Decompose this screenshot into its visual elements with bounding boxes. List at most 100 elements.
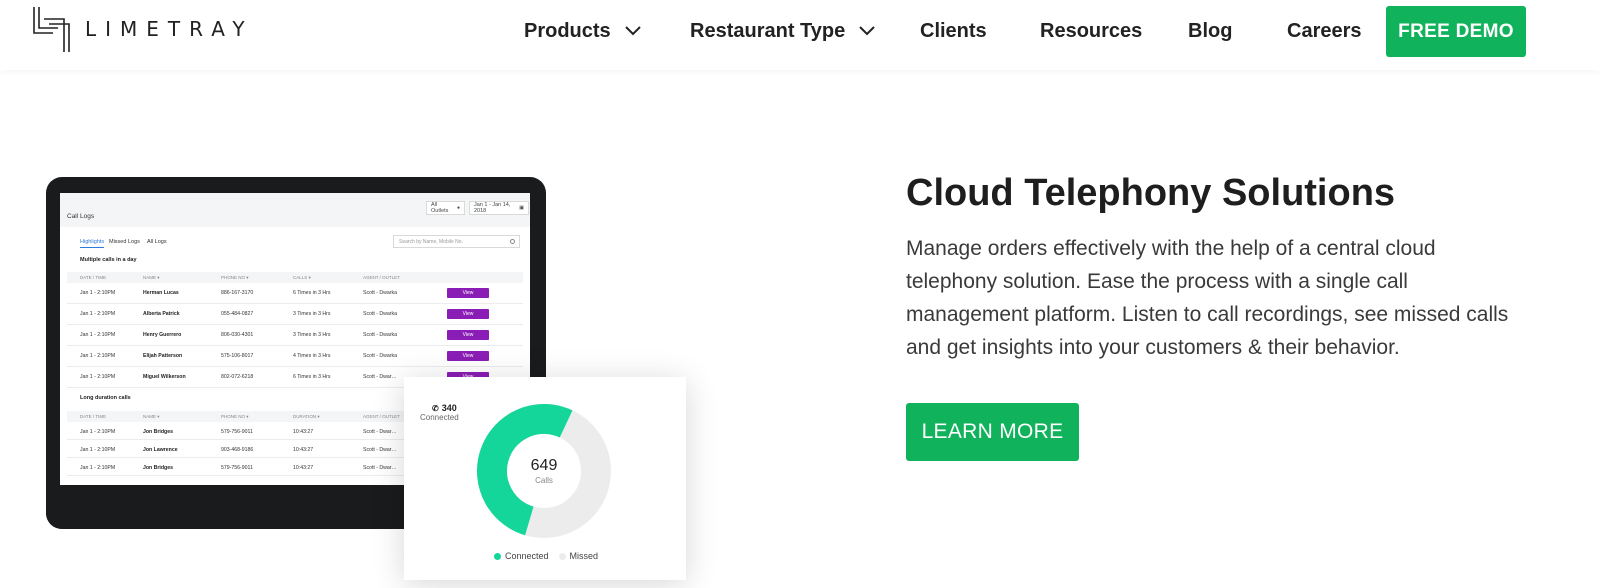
learn-more-button[interactable]: LEARN MORE <box>906 403 1079 461</box>
cell-calls: 4 Times in 3 Hrs <box>293 353 331 359</box>
cell-date: Jan 1 - 2:10PM <box>80 332 116 338</box>
table-header-cell: DATE / TIME <box>80 414 107 419</box>
outlet-filter-label: All Outlets <box>431 202 449 214</box>
cell-calls: 6 Times in 3 Hrs <box>293 290 331 296</box>
cell-date: Jan 1 - 2:10PM <box>80 429 116 435</box>
nav-blog[interactable]: Blog <box>1188 17 1232 45</box>
cell-duration: 10:43:27 <box>293 429 314 435</box>
nav-resources[interactable]: Resources <box>1040 17 1142 45</box>
donut-legend: Connected Missed <box>494 551 608 561</box>
table-row: Jan 1 - 2:10PM Herman Lucas 886-167-3170 6 … <box>67 283 523 304</box>
cell-phone: 806-030-4301 <box>221 332 254 338</box>
nav-restaurant-type-label: Restaurant Type <box>690 19 846 42</box>
tab-highlights: Highlights <box>80 239 105 248</box>
cell-name: Herman Lucas <box>143 290 179 296</box>
total-calls-count: 649 <box>530 457 558 474</box>
cell-agent: Scott - Dwar… <box>363 374 397 380</box>
date-filter-label: Jan 1 - Jan 14, 2018 <box>474 202 511 214</box>
cell-phone: 575-106-8017 <box>221 353 254 359</box>
table-row: Jan 1 - 2:10PM Alberta Patrick 055-484-082… <box>67 304 523 325</box>
table-header-cell: AGENT / OUTLET <box>363 414 400 419</box>
nav-products-label: Products <box>524 19 611 42</box>
screen-page-title: Call Logs <box>67 213 95 220</box>
cell-phone: 903-468-9186 <box>221 447 254 453</box>
search-icon <box>510 239 515 244</box>
cell-calls: 3 Times in 3 Hrs <box>293 311 331 317</box>
cell-date: Jan 1 - 2:10PM <box>80 447 116 453</box>
cell-phone: 579-756-9011 <box>221 429 253 435</box>
section-long-duration-title: Long duration calls <box>80 395 131 401</box>
table-header-cell: PHONE NO ▾ <box>221 275 249 280</box>
cell-name: Jon Bridges <box>143 429 173 435</box>
cell-date: Jan 1 - 2:10PM <box>80 311 116 317</box>
tab-missed-logs: Missed Logs <box>109 239 140 245</box>
table-header-cell: CALLS ▾ <box>293 275 311 280</box>
section-multiple-calls-title: Multiple calls in a day <box>80 257 137 263</box>
free-demo-button[interactable]: FREE DEMO <box>1386 6 1526 57</box>
site-header: LIMETRAY Products Restaurant Type Client… <box>0 0 1600 70</box>
cell-phone: 579-756-9011 <box>221 465 253 471</box>
hero-description: Manage orders effectively with the help … <box>906 237 1509 359</box>
table-header: DATE / TIME NAME ▾ PHONE NO ▾ CALLS ▾ AG… <box>67 272 523 283</box>
calls-donut-card: ✆ 340 Connected 649 Calls Connected Miss… <box>404 377 686 580</box>
cell-calls: 6 Times in 3 Hrs <box>293 374 331 380</box>
table-header-cell: NAME ▾ <box>143 275 160 280</box>
total-calls-label: Calls <box>535 476 553 485</box>
screen-topbar: All Outlets ● Jan 1 - Jan 14, 2018 ▣ Cal… <box>60 193 530 227</box>
cell-duration: 10:43:27 <box>293 465 314 471</box>
cell-date: Jan 1 - 2:10PM <box>80 353 116 359</box>
logo[interactable]: LIMETRAY <box>33 6 254 52</box>
cell-date: Jan 1 - 2:10PM <box>80 465 116 471</box>
phone-icon: ✆ <box>432 403 439 413</box>
table-header-cell: DATE / TIME <box>80 275 107 280</box>
cell-phone: 802-072-6218 <box>221 374 254 380</box>
connected-callout-label: Connected <box>420 413 459 422</box>
cell-agent: Scott - Dwar… <box>363 465 397 471</box>
legend-connected: Connected <box>494 551 549 561</box>
cell-name: Jon Lawrence <box>143 447 178 453</box>
calendar-icon: ▣ <box>519 205 524 211</box>
connected-count: 340 <box>441 403 457 413</box>
table-row: Jan 1 - 2:10PM Henry Guerrero 806-030-4301… <box>67 325 523 346</box>
limetray-logo-icon <box>33 7 70 52</box>
nav-restaurant-type[interactable]: Restaurant Type <box>690 17 875 45</box>
nav-clients[interactable]: Clients <box>920 17 987 45</box>
date-filter: Jan 1 - Jan 14, 2018 ▣ <box>469 201 529 215</box>
cell-agent: Scott - Dwarka <box>363 311 398 317</box>
outlet-filter: All Outlets ● <box>426 201 465 215</box>
view-button[interactable]: View <box>447 309 489 319</box>
cell-date: Jan 1 - 2:10PM <box>80 374 116 380</box>
table-header-cell: NAME ▾ <box>143 414 160 419</box>
table-header-cell: AGENT / OUTLET <box>363 275 400 280</box>
logo-wordmark: LIMETRAY <box>85 17 254 41</box>
cell-name: Alberta Patrick <box>143 311 180 317</box>
location-pin-icon: ● <box>456 205 460 211</box>
cell-name: Miguel Wilkerson <box>143 374 186 380</box>
cell-name: Henry Guerrero <box>143 332 182 338</box>
cell-calls: 3 Times in 3 Hrs <box>293 332 331 338</box>
view-button[interactable]: View <box>447 288 489 298</box>
cell-duration: 10:43:27 <box>293 447 314 453</box>
cell-name: Jon Bridges <box>143 465 173 471</box>
legend-missed-label: Missed <box>569 551 599 561</box>
cell-agent: Scott - Dwarka <box>363 353 398 359</box>
view-button[interactable]: View <box>447 351 489 361</box>
cell-agent: Scott - Dwar… <box>363 447 397 453</box>
view-button[interactable]: View <box>447 330 489 340</box>
cell-name: Elijah Patterson <box>143 353 183 359</box>
cell-date: Jan 1 - 2:10PM <box>80 290 116 296</box>
chevron-down-icon <box>859 26 875 36</box>
legend-dot-missed <box>558 552 566 560</box>
table-row: Jan 1 - 2:10PM Elijah Patterson 575-106-80… <box>67 346 523 367</box>
hero-title: Cloud Telephony Solutions <box>906 172 1396 214</box>
cell-agent: Scott - Dwar… <box>363 429 397 435</box>
screen-search-placeholder: Search by Name, Mobile No. <box>399 238 463 245</box>
legend-missed: Missed <box>558 551 599 561</box>
nav-careers[interactable]: Careers <box>1287 17 1362 45</box>
chevron-down-icon <box>624 26 641 36</box>
table-header-cell: DURATION ▾ <box>293 414 320 419</box>
nav-products[interactable]: Products <box>524 17 641 45</box>
table-header-cell: PHONE NO ▾ <box>221 414 249 419</box>
legend-connected-label: Connected <box>505 551 549 561</box>
cell-phone: 055-484-0827 <box>221 311 254 317</box>
